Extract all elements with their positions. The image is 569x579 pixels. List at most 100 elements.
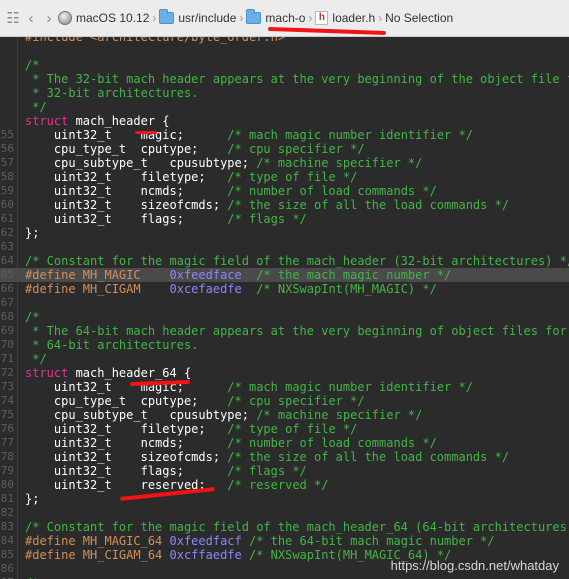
code-token: * The 64-bit mach header appears at the … xyxy=(25,324,567,338)
line-number: 75 xyxy=(0,408,14,421)
code-token: cpu_type_t cputype; xyxy=(25,394,228,408)
folder-icon xyxy=(246,9,262,24)
code-token: * 64-bit architectures. xyxy=(25,338,199,352)
code-token: /* xyxy=(25,58,40,72)
code-token: /* the 64-bit mach magic number */ xyxy=(241,534,495,548)
breadcrumb-label: loader.h xyxy=(332,11,376,25)
forward-arrow-icon[interactable]: › xyxy=(40,7,58,29)
code-token: */ xyxy=(25,100,47,114)
line-number: 84 xyxy=(0,534,14,547)
code-text: uint32_t filetype; /* type of file */ xyxy=(25,170,357,184)
code-token: /* Constant for the magic field of the m… xyxy=(25,254,569,268)
code-text: cpu_subtype_t cpusubtype; /* machine spe… xyxy=(25,408,422,422)
code-line: 78 uint32_t sizeofcmds; /* the size of a… xyxy=(0,450,569,464)
code-token: #define MH_MAGIC_64 xyxy=(25,534,170,548)
code-token: #define MH_CIGAM xyxy=(25,282,170,296)
line-number: 86 xyxy=(0,562,14,575)
line-number: 69 xyxy=(0,324,14,337)
code-token: /* the size of all the load commands */ xyxy=(227,198,510,212)
code-line: 69 * The 64-bit mach header appears at t… xyxy=(0,324,569,338)
code-line: 75 cpu_subtype_t cpusubtype; /* machine … xyxy=(0,408,569,422)
code-line: 67 xyxy=(0,296,569,310)
watermark-text: https://blog.csdn.net/whatday xyxy=(390,558,559,573)
code-token: cpu_type_t cputype; xyxy=(25,142,228,156)
code-text: * The 32-bit mach header appears at the … xyxy=(25,72,569,86)
line-number: 70 xyxy=(0,338,14,351)
code-line: * The 32-bit mach header appears at the … xyxy=(0,72,569,86)
code-token: #define MH_MAGIC xyxy=(25,268,170,282)
folder-icon xyxy=(159,9,175,24)
source-editor[interactable]: #include <architecture/byte_order.h> /* *… xyxy=(0,37,569,579)
code-text: struct mach_header_64 { xyxy=(25,366,191,380)
line-number: 83 xyxy=(0,520,14,533)
line-number: 71 xyxy=(0,352,14,365)
code-line: 58 uint32_t filetype; /* type of file */ xyxy=(0,170,569,184)
line-number: 66 xyxy=(0,282,14,295)
breadcrumb-mach-o[interactable]: mach-o xyxy=(246,9,306,25)
code-token: struct xyxy=(25,366,69,380)
code-line: struct mach_header { xyxy=(0,114,569,128)
code-text: /* xyxy=(25,58,39,72)
line-number: 55 xyxy=(0,128,14,141)
code-token: /* xyxy=(25,310,40,324)
code-line: 63 xyxy=(0,240,569,254)
red-annotation-underline xyxy=(135,131,157,134)
line-number: 72 xyxy=(0,366,14,379)
code-text: #define MH_CIGAM_64 0xcffaedfe /* NXSwap… xyxy=(25,548,451,562)
chevron-right-icon: › xyxy=(152,11,157,25)
breadcrumb-label: mach-o xyxy=(265,11,306,25)
code-token: */ xyxy=(25,352,47,366)
code-text: uint32_t ncmds; /* number of load comman… xyxy=(25,436,437,450)
breadcrumb-usr-include[interactable]: usr/include xyxy=(159,9,237,25)
code-token: #include <architecture/byte_order.h> xyxy=(25,37,286,44)
code-text: /* Constant for the magic field of the m… xyxy=(25,254,569,268)
code-line: 79 uint32_t flags; /* flags */ xyxy=(0,464,569,478)
line-number: 76 xyxy=(0,422,14,435)
code-token: /* flags */ xyxy=(227,464,307,478)
breadcrumb-macos-sdk[interactable]: macOS 10.12 xyxy=(58,11,149,25)
code-line: 61 uint32_t flags; /* flags */ xyxy=(0,212,569,226)
code-token: }; xyxy=(25,492,40,506)
line-number: 62 xyxy=(0,226,14,239)
back-arrow-icon[interactable]: ‹ xyxy=(22,7,40,29)
line-number: 59 xyxy=(0,184,14,197)
line-number: 73 xyxy=(0,380,14,393)
code-text: #include <architecture/byte_order.h> xyxy=(25,37,285,44)
code-line: 84 #define MH_MAGIC_64 0xfeedfacf /* the … xyxy=(0,534,569,548)
breadcrumb-label: usr/include xyxy=(178,11,237,25)
chevron-right-icon: › xyxy=(239,11,244,25)
code-text: uint32_t reserved; /* reserved */ xyxy=(25,478,329,492)
code-token: uint32_t ncmds; xyxy=(25,184,228,198)
code-text: struct mach_header { xyxy=(25,114,170,128)
code-line: 80 uint32_t reserved; /* reserved */ xyxy=(0,478,569,492)
code-line: 60 uint32_t sizeofcmds; /* the size of a… xyxy=(0,198,569,212)
code-token: uint32_t filetype; xyxy=(25,422,228,436)
code-text: * 32-bit architectures. xyxy=(25,86,198,100)
code-line: /* xyxy=(0,58,569,72)
code-text: #define MH_MAGIC 0xfeedface /* the mach … xyxy=(25,268,451,282)
code-text: uint32_t flags; /* flags */ xyxy=(25,212,307,226)
code-token: /* machine specifier */ xyxy=(256,408,423,422)
code-token: /* type of file */ xyxy=(227,422,358,436)
code-line: 62}; xyxy=(0,226,569,240)
related-items-grid-icon[interactable]: ☷ xyxy=(4,7,22,29)
breadcrumb-selection[interactable]: No Selection xyxy=(385,11,453,25)
code-token: /* cpu specifier */ xyxy=(227,142,365,156)
code-line: 74 cpu_type_t cputype; /* cpu specifier … xyxy=(0,394,569,408)
breadcrumb-loader-h[interactable]: h loader.h xyxy=(315,11,375,25)
code-token: 0xfeedfacf xyxy=(169,534,242,548)
code-text: uint32_t filetype; /* type of file */ xyxy=(25,422,357,436)
code-text: uint32_t ncmds; /* number of load comman… xyxy=(25,184,437,198)
code-token: uint32_t magic; xyxy=(25,380,228,394)
code-token: uint32_t sizeofcmds; xyxy=(25,198,228,212)
line-number: 74 xyxy=(0,394,14,407)
line-number: 58 xyxy=(0,170,14,183)
code-token: uint32_t sizeofcmds; xyxy=(25,450,228,464)
code-line: 73 uint32_t magic; /* mach magic number … xyxy=(0,380,569,394)
code-token: 0xcffaedfe xyxy=(169,548,242,562)
code-text: uint32_t flags; /* flags */ xyxy=(25,464,307,478)
code-line: 77 uint32_t ncmds; /* number of load com… xyxy=(0,436,569,450)
code-token: /* number of load commands */ xyxy=(227,184,437,198)
code-text: /* xyxy=(25,310,39,324)
code-token: /* reserved */ xyxy=(227,478,329,492)
